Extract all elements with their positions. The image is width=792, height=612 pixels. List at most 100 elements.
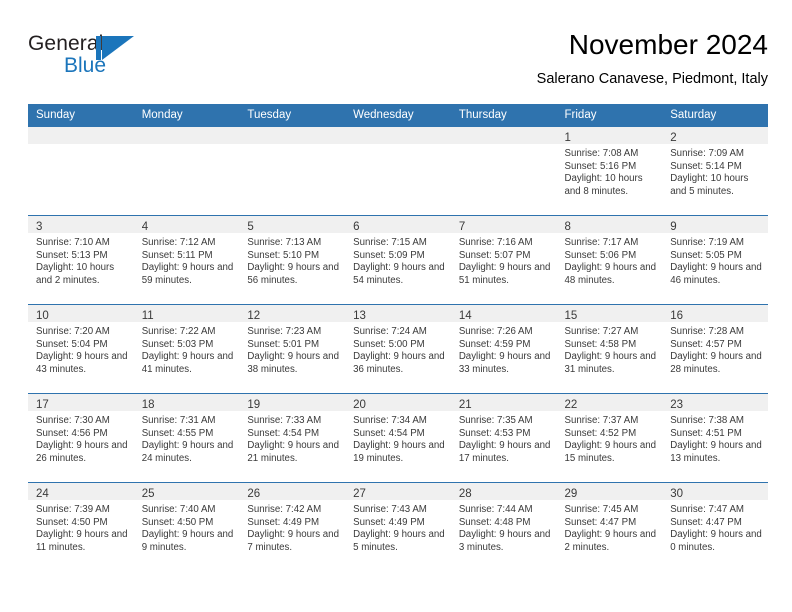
calendar-day-cell[interactable]: 1 Sunrise: 7:08 AM Sunset: 5:16 PM Daylight… (556, 127, 663, 215)
calendar-day-cell[interactable]: 24 Sunrise: 7:39 AM Sunset: 4:50 PM Dayligh… (28, 483, 134, 571)
page-subtitle: Salerano Canavese, Piedmont, Italy (536, 71, 768, 87)
day-of-week-header-sunday: Sunday (36, 109, 76, 121)
calendar-day-cell[interactable]: 6 Sunrise: 7:15 AM Sunset: 5:09 PM Daylight… (345, 216, 451, 304)
day-sun-info: Sunrise: 7:37 AM Sunset: 4:52 PM Daylight:… (557, 411, 663, 465)
date-number: 22 (564, 399, 578, 411)
date-number: 28 (458, 488, 472, 500)
calendar-day-cell[interactable]: 2 Sunrise: 7:09 AM Sunset: 5:14 PM Daylight… (662, 127, 768, 215)
date-strip: 30 (662, 483, 768, 500)
date-number: 8 (564, 221, 571, 233)
calendar-day-cell[interactable]: 20 Sunrise: 7:34 AM Sunset: 4:54 PM Dayligh… (345, 394, 451, 482)
date-strip: 13 (345, 305, 451, 322)
calendar-day-cell[interactable]: 16 Sunrise: 7:28 AM Sunset: 4:57 PM Dayligh… (662, 305, 768, 393)
sunrise-text: Sunrise: 7:10 AM (36, 237, 110, 248)
date-number: 9 (670, 221, 677, 233)
sunrise-text: Sunrise: 7:20 AM (36, 326, 110, 337)
day-sun-info: Sunrise: 7:38 AM Sunset: 4:51 PM Daylight:… (662, 411, 768, 465)
daylight-text: Daylight: 9 hours and 48 minutes. (564, 262, 657, 286)
calendar-day-cell[interactable]: 8 Sunrise: 7:17 AM Sunset: 5:06 PM Daylight… (556, 216, 663, 304)
calendar-day-cell[interactable]: 3 Sunrise: 7:10 AM Sunset: 5:13 PM Daylight… (28, 216, 134, 304)
calendar-day-cell[interactable]: 14 Sunrise: 7:26 AM Sunset: 4:59 PM Dayligh… (450, 305, 557, 393)
calendar-day-cell[interactable]: 10 Sunrise: 7:20 AM Sunset: 5:04 PM Dayligh… (28, 305, 134, 393)
sunrise-text: Sunrise: 7:47 AM (670, 504, 744, 515)
date-strip: 28 (450, 483, 557, 500)
day-of-week-header-monday: Monday (141, 109, 183, 121)
calendar-day-cell[interactable]: 12 Sunrise: 7:23 AM Sunset: 5:01 PM Dayligh… (239, 305, 346, 393)
date-strip: 4 (133, 216, 240, 233)
page-title: November 2024 (568, 29, 768, 60)
sunset-text: Sunset: 5:01 PM (247, 338, 320, 350)
calendar-day-cell[interactable]: 17 Sunrise: 7:30 AM Sunset: 4:56 PM Dayligh… (28, 394, 134, 482)
calendar-day-cell[interactable]: 19 Sunrise: 7:33 AM Sunset: 4:54 PM Dayligh… (239, 394, 346, 482)
calendar-day-cell[interactable]: 23 Sunrise: 7:38 AM Sunset: 4:51 PM Dayligh… (662, 394, 768, 482)
daylight-text: Daylight: 10 hours and 8 minutes. (564, 173, 643, 197)
sunset-text: Sunset: 5:00 PM (353, 338, 425, 350)
sunset-text: Sunset: 4:47 PM (564, 516, 637, 528)
calendar-day-cell[interactable]: 13 Sunrise: 7:24 AM Sunset: 5:00 PM Dayligh… (345, 305, 451, 393)
day-sun-info: Sunrise: 7:09 AM Sunset: 5:14 PM Daylight:… (662, 144, 768, 198)
date-strip: 3 (28, 216, 134, 233)
day-sun-info: Sunrise: 7:24 AM Sunset: 5:00 PM Daylight:… (345, 322, 451, 376)
calendar-day-cell[interactable]: 27 Sunrise: 7:43 AM Sunset: 4:49 PM Dayligh… (345, 483, 451, 571)
date-number: 13 (353, 310, 366, 322)
daylight-text: Daylight: 9 hours and 24 minutes. (141, 440, 234, 464)
flag-triangle (102, 36, 134, 60)
daylight-text: Daylight: 9 hours and 43 minutes. (36, 351, 128, 375)
sunrise-text: Sunrise: 7:24 AM (353, 326, 427, 337)
date-strip: 2 (662, 127, 768, 144)
sunset-text: Sunset: 5:16 PM (564, 160, 637, 172)
sunrise-text: Sunrise: 7:12 AM (141, 237, 216, 248)
sunset-text: Sunset: 4:49 PM (247, 516, 320, 528)
daylight-text: Daylight: 9 hours and 19 minutes. (353, 440, 445, 464)
date-strip: 19 (239, 394, 346, 411)
calendar-day-cell[interactable]: 26 Sunrise: 7:42 AM Sunset: 4:49 PM Dayligh… (239, 483, 346, 571)
day-sun-info: Sunrise: 7:08 AM Sunset: 5:16 PM Daylight:… (557, 144, 663, 198)
sunrise-text: Sunrise: 7:33 AM (247, 415, 322, 426)
calendar-day-cell[interactable]: 25 Sunrise: 7:40 AM Sunset: 4:50 PM Dayligh… (133, 483, 240, 571)
sunset-text: Sunset: 4:50 PM (141, 516, 214, 528)
sunrise-text: Sunrise: 7:19 AM (670, 237, 744, 248)
calendar-day-cell[interactable]: 22 Sunrise: 7:37 AM Sunset: 4:52 PM Dayligh… (556, 394, 663, 482)
daylight-text: Daylight: 9 hours and 33 minutes. (458, 351, 551, 375)
calendar-day-cell[interactable]: 7 Sunrise: 7:16 AM Sunset: 5:07 PM Daylight… (450, 216, 557, 304)
date-number: 24 (36, 488, 49, 500)
calendar-day-cell[interactable]: 30 Sunrise: 7:47 AM Sunset: 4:47 PM Dayligh… (662, 483, 768, 571)
date-strip: 22 (556, 394, 663, 411)
date-number: 30 (670, 488, 684, 500)
date-number: 10 (36, 310, 49, 322)
calendar-day-cell[interactable]: 9 Sunrise: 7:19 AM Sunset: 5:05 PM Daylight… (662, 216, 768, 304)
daylight-text: Daylight: 9 hours and 51 minutes. (458, 262, 551, 286)
date-strip: 16 (662, 305, 768, 322)
calendar-day-cell[interactable]: 29 Sunrise: 7:45 AM Sunset: 4:47 PM Dayligh… (556, 483, 663, 571)
calendar-day-cell-empty (345, 127, 451, 215)
calendar-day-cell[interactable]: 15 Sunrise: 7:27 AM Sunset: 4:58 PM Dayligh… (556, 305, 663, 393)
daylight-text: Daylight: 9 hours and 13 minutes. (670, 440, 762, 464)
date-number: 15 (564, 310, 578, 322)
daylight-text: Daylight: 9 hours and 7 minutes. (247, 529, 339, 553)
date-number: 5 (247, 221, 254, 233)
date-strip (133, 127, 240, 144)
daylight-text: Daylight: 9 hours and 5 minutes. (353, 529, 445, 553)
date-strip (239, 127, 346, 144)
daylight-text: Daylight: 9 hours and 3 minutes. (458, 529, 551, 553)
calendar-day-cell[interactable]: 18 Sunrise: 7:31 AM Sunset: 4:55 PM Dayligh… (133, 394, 240, 482)
calendar-week-row: 1 Sunrise: 7:08 AM Sunset: 5:16 PM Daylight… (28, 127, 768, 215)
date-strip: 10 (28, 305, 134, 322)
date-strip: 27 (345, 483, 451, 500)
calendar-day-cell[interactable]: 5 Sunrise: 7:13 AM Sunset: 5:10 PM Daylight… (239, 216, 346, 304)
date-number: 20 (353, 399, 366, 411)
sunrise-text: Sunrise: 7:38 AM (670, 415, 744, 426)
brand-logo[interactable]: General Blue (28, 32, 148, 84)
calendar-week-row: 10 Sunrise: 7:20 AM Sunset: 5:04 PM Dayligh… (28, 304, 768, 393)
daylight-text: Daylight: 9 hours and 38 minutes. (247, 351, 339, 375)
date-number: 27 (353, 488, 366, 500)
calendar-day-cell[interactable]: 28 Sunrise: 7:44 AM Sunset: 4:48 PM Dayligh… (450, 483, 557, 571)
calendar-day-cell[interactable]: 4 Sunrise: 7:12 AM Sunset: 5:11 PM Daylight… (133, 216, 240, 304)
date-number: 1 (564, 132, 571, 144)
calendar-day-cell[interactable]: 11 Sunrise: 7:22 AM Sunset: 5:03 PM Dayligh… (133, 305, 240, 393)
daylight-text: Daylight: 10 hours and 2 minutes. (36, 262, 115, 286)
calendar-day-cell[interactable]: 21 Sunrise: 7:35 AM Sunset: 4:53 PM Dayligh… (450, 394, 557, 482)
day-sun-info: Sunrise: 7:39 AM Sunset: 4:50 PM Daylight:… (28, 500, 134, 554)
brand-name-general: General (28, 32, 104, 55)
day-sun-info: Sunrise: 7:20 AM Sunset: 5:04 PM Daylight:… (28, 322, 134, 376)
